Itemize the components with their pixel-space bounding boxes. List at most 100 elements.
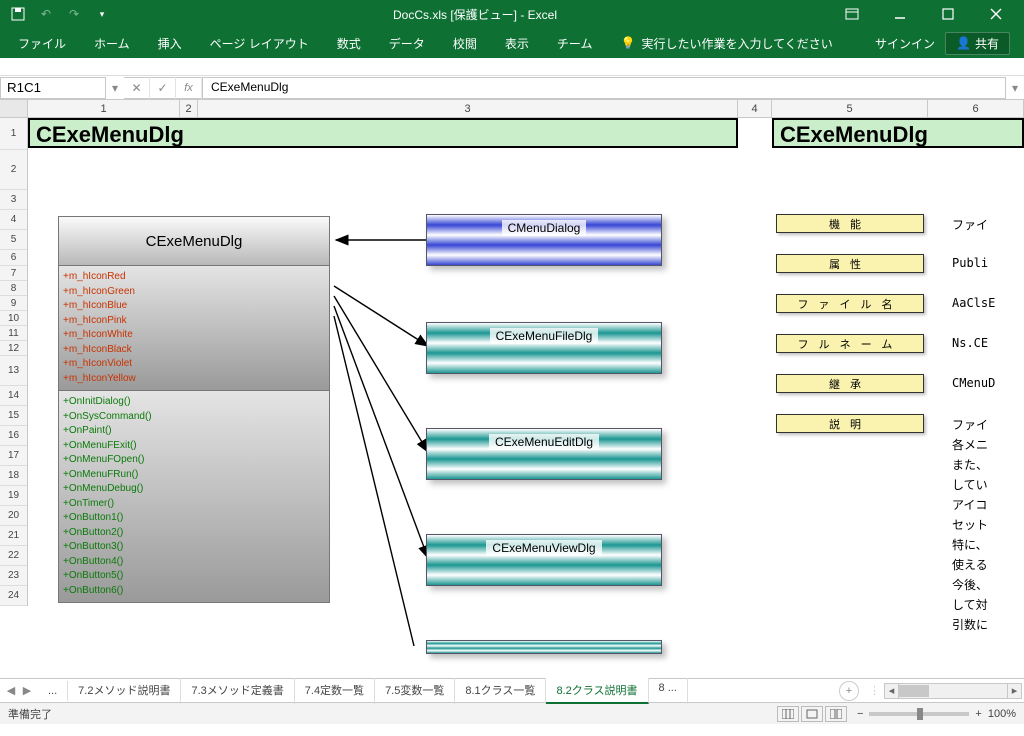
enter-icon[interactable]: ✓ — [150, 77, 176, 99]
related-class-box[interactable]: CMenuDialog — [426, 214, 662, 266]
add-sheet-button[interactable]: + — [839, 681, 859, 701]
row-header[interactable]: 8 — [0, 281, 27, 296]
blank-strip — [0, 58, 1024, 76]
fx-icon[interactable]: fx — [176, 77, 202, 99]
sheet-tab[interactable]: 7.2メソッド説明書 — [68, 678, 181, 704]
property-label: ファイル名 — [776, 294, 924, 313]
related-class-box[interactable]: CExeMenuEditDlg — [426, 428, 662, 480]
row-header[interactable]: 4 — [0, 210, 27, 230]
col-header[interactable]: 3 — [198, 100, 738, 117]
tell-me[interactable]: 💡 実行したい作業を入力してください — [606, 29, 846, 58]
col-header[interactable]: 6 — [928, 100, 1024, 117]
related-class-box[interactable]: CExeMenuViewDlg — [426, 534, 662, 586]
undo-icon[interactable]: ↶ — [36, 4, 56, 24]
row-header[interactable]: 18 — [0, 466, 27, 486]
row-header[interactable]: 16 — [0, 426, 27, 446]
col-header[interactable]: 4 — [738, 100, 772, 117]
related-class-box[interactable]: CExeMenuFileDlg — [426, 322, 662, 374]
scroll-thumb[interactable] — [899, 685, 929, 697]
sheet-tab[interactable]: 7.5変数一覧 — [375, 678, 455, 704]
select-all-corner[interactable] — [0, 100, 28, 117]
col-header[interactable]: 2 — [180, 100, 198, 117]
ribbon-tab-team[interactable]: チーム — [543, 29, 607, 58]
signin-link[interactable]: サインイン — [875, 35, 935, 52]
page-layout-view-icon[interactable] — [801, 706, 823, 722]
zoom-slider-thumb[interactable] — [917, 708, 923, 720]
zoom-in-button[interactable]: + — [975, 708, 981, 720]
class-method: +OnSysCommand() — [63, 410, 325, 425]
property-label: 機能 — [776, 214, 924, 233]
ribbon-tab-file[interactable]: ファイル — [4, 29, 80, 58]
title-cell-left[interactable]: CExeMenuDlg — [28, 118, 738, 148]
normal-view-icon[interactable] — [777, 706, 799, 722]
row-header[interactable]: 19 — [0, 486, 27, 506]
share-button[interactable]: 👤 共有 — [945, 32, 1010, 55]
sheet-tab-ellipsis[interactable]: ... — [38, 681, 68, 701]
sheet-tab[interactable]: 7.4定数一覧 — [295, 678, 375, 704]
sheet-tab-ellipsis[interactable]: 8 ... — [649, 678, 688, 704]
zoom-level[interactable]: 100% — [988, 708, 1016, 720]
ribbon-tab-home[interactable]: ホーム — [80, 29, 144, 58]
ribbon-tab-review[interactable]: 校閲 — [439, 29, 491, 58]
related-class-box[interactable] — [426, 640, 662, 654]
ribbon-tab-data[interactable]: データ — [375, 29, 439, 58]
col-header[interactable]: 1 — [28, 100, 180, 117]
row-header[interactable]: 17 — [0, 446, 27, 466]
sheet-nav-prev-icon[interactable]: ◀ — [4, 684, 18, 697]
sheet-tab[interactable]: 8.1クラス一覧 — [455, 678, 546, 704]
row-header[interactable]: 12 — [0, 341, 27, 356]
class-method: +OnMenuFOpen() — [63, 453, 325, 468]
row-header[interactable]: 22 — [0, 546, 27, 566]
row-header[interactable]: 2 — [0, 150, 27, 190]
row-header[interactable]: 23 — [0, 566, 27, 586]
horizontal-scrollbar[interactable]: ◂ ▸ — [884, 683, 1022, 699]
row-header[interactable]: 13 — [0, 356, 27, 386]
save-icon[interactable] — [8, 4, 28, 24]
row-header[interactable]: 14 — [0, 386, 27, 406]
name-box[interactable] — [0, 77, 106, 99]
close-icon[interactable] — [974, 0, 1018, 28]
row-header[interactable]: 7 — [0, 266, 27, 281]
page-break-view-icon[interactable] — [825, 706, 847, 722]
row-header[interactable]: 6 — [0, 250, 27, 266]
quick-access-toolbar: ↶ ↷ ▾ — [0, 4, 120, 24]
ribbon-tab-view[interactable]: 表示 — [491, 29, 543, 58]
row-header[interactable]: 9 — [0, 296, 27, 311]
row-header[interactable]: 10 — [0, 311, 27, 326]
cell-text: Publi — [952, 256, 988, 270]
redo-icon[interactable]: ↷ — [64, 4, 84, 24]
row-header[interactable]: 3 — [0, 190, 27, 210]
row-header[interactable]: 24 — [0, 586, 27, 606]
row-header[interactable]: 21 — [0, 526, 27, 546]
col-header[interactable]: 5 — [772, 100, 928, 117]
row-header[interactable]: 1 — [0, 118, 27, 150]
ribbon-tab-insert[interactable]: 挿入 — [144, 29, 196, 58]
zoom-out-button[interactable]: − — [857, 708, 863, 720]
formula-expand-icon[interactable]: ▾ — [1006, 81, 1024, 95]
worksheet[interactable]: CExeMenuDlg CExeMenuDlg CExeMenuDlg +m_h… — [28, 118, 1024, 678]
related-class-label: CExeMenuViewDlg — [486, 540, 601, 556]
row-header[interactable]: 11 — [0, 326, 27, 341]
cell-text: セット — [952, 516, 988, 533]
share-label: 共有 — [975, 35, 999, 52]
formula-input[interactable]: CExeMenuDlg — [203, 77, 1006, 99]
minimize-icon[interactable] — [878, 0, 922, 28]
row-header[interactable]: 5 — [0, 230, 27, 250]
scroll-left-icon[interactable]: ◂ — [885, 684, 899, 698]
ribbon-tab-formulas[interactable]: 数式 — [323, 29, 375, 58]
row-header[interactable]: 15 — [0, 406, 27, 426]
cancel-icon[interactable]: ✕ — [124, 77, 150, 99]
title-cell-right[interactable]: CExeMenuDlg — [772, 118, 1024, 148]
namebox-dropdown-icon[interactable]: ▾ — [106, 81, 124, 95]
maximize-icon[interactable] — [926, 0, 970, 28]
sheet-nav-next-icon[interactable]: ▶ — [20, 684, 34, 697]
class-box[interactable]: CExeMenuDlg +m_hIconRed +m_hIconGreen +m… — [58, 216, 330, 603]
sheet-tab[interactable]: 7.3メソッド定義書 — [181, 678, 294, 704]
row-header[interactable]: 20 — [0, 506, 27, 526]
sheet-tab-active[interactable]: 8.2クラス説明書 — [546, 678, 648, 704]
ribbon-tab-pagelayout[interactable]: ページ レイアウト — [196, 29, 323, 58]
ribbon-display-icon[interactable] — [830, 0, 874, 28]
zoom-slider[interactable] — [869, 712, 969, 716]
scroll-right-icon[interactable]: ▸ — [1007, 684, 1021, 698]
qat-dropdown-icon[interactable]: ▾ — [92, 4, 112, 24]
